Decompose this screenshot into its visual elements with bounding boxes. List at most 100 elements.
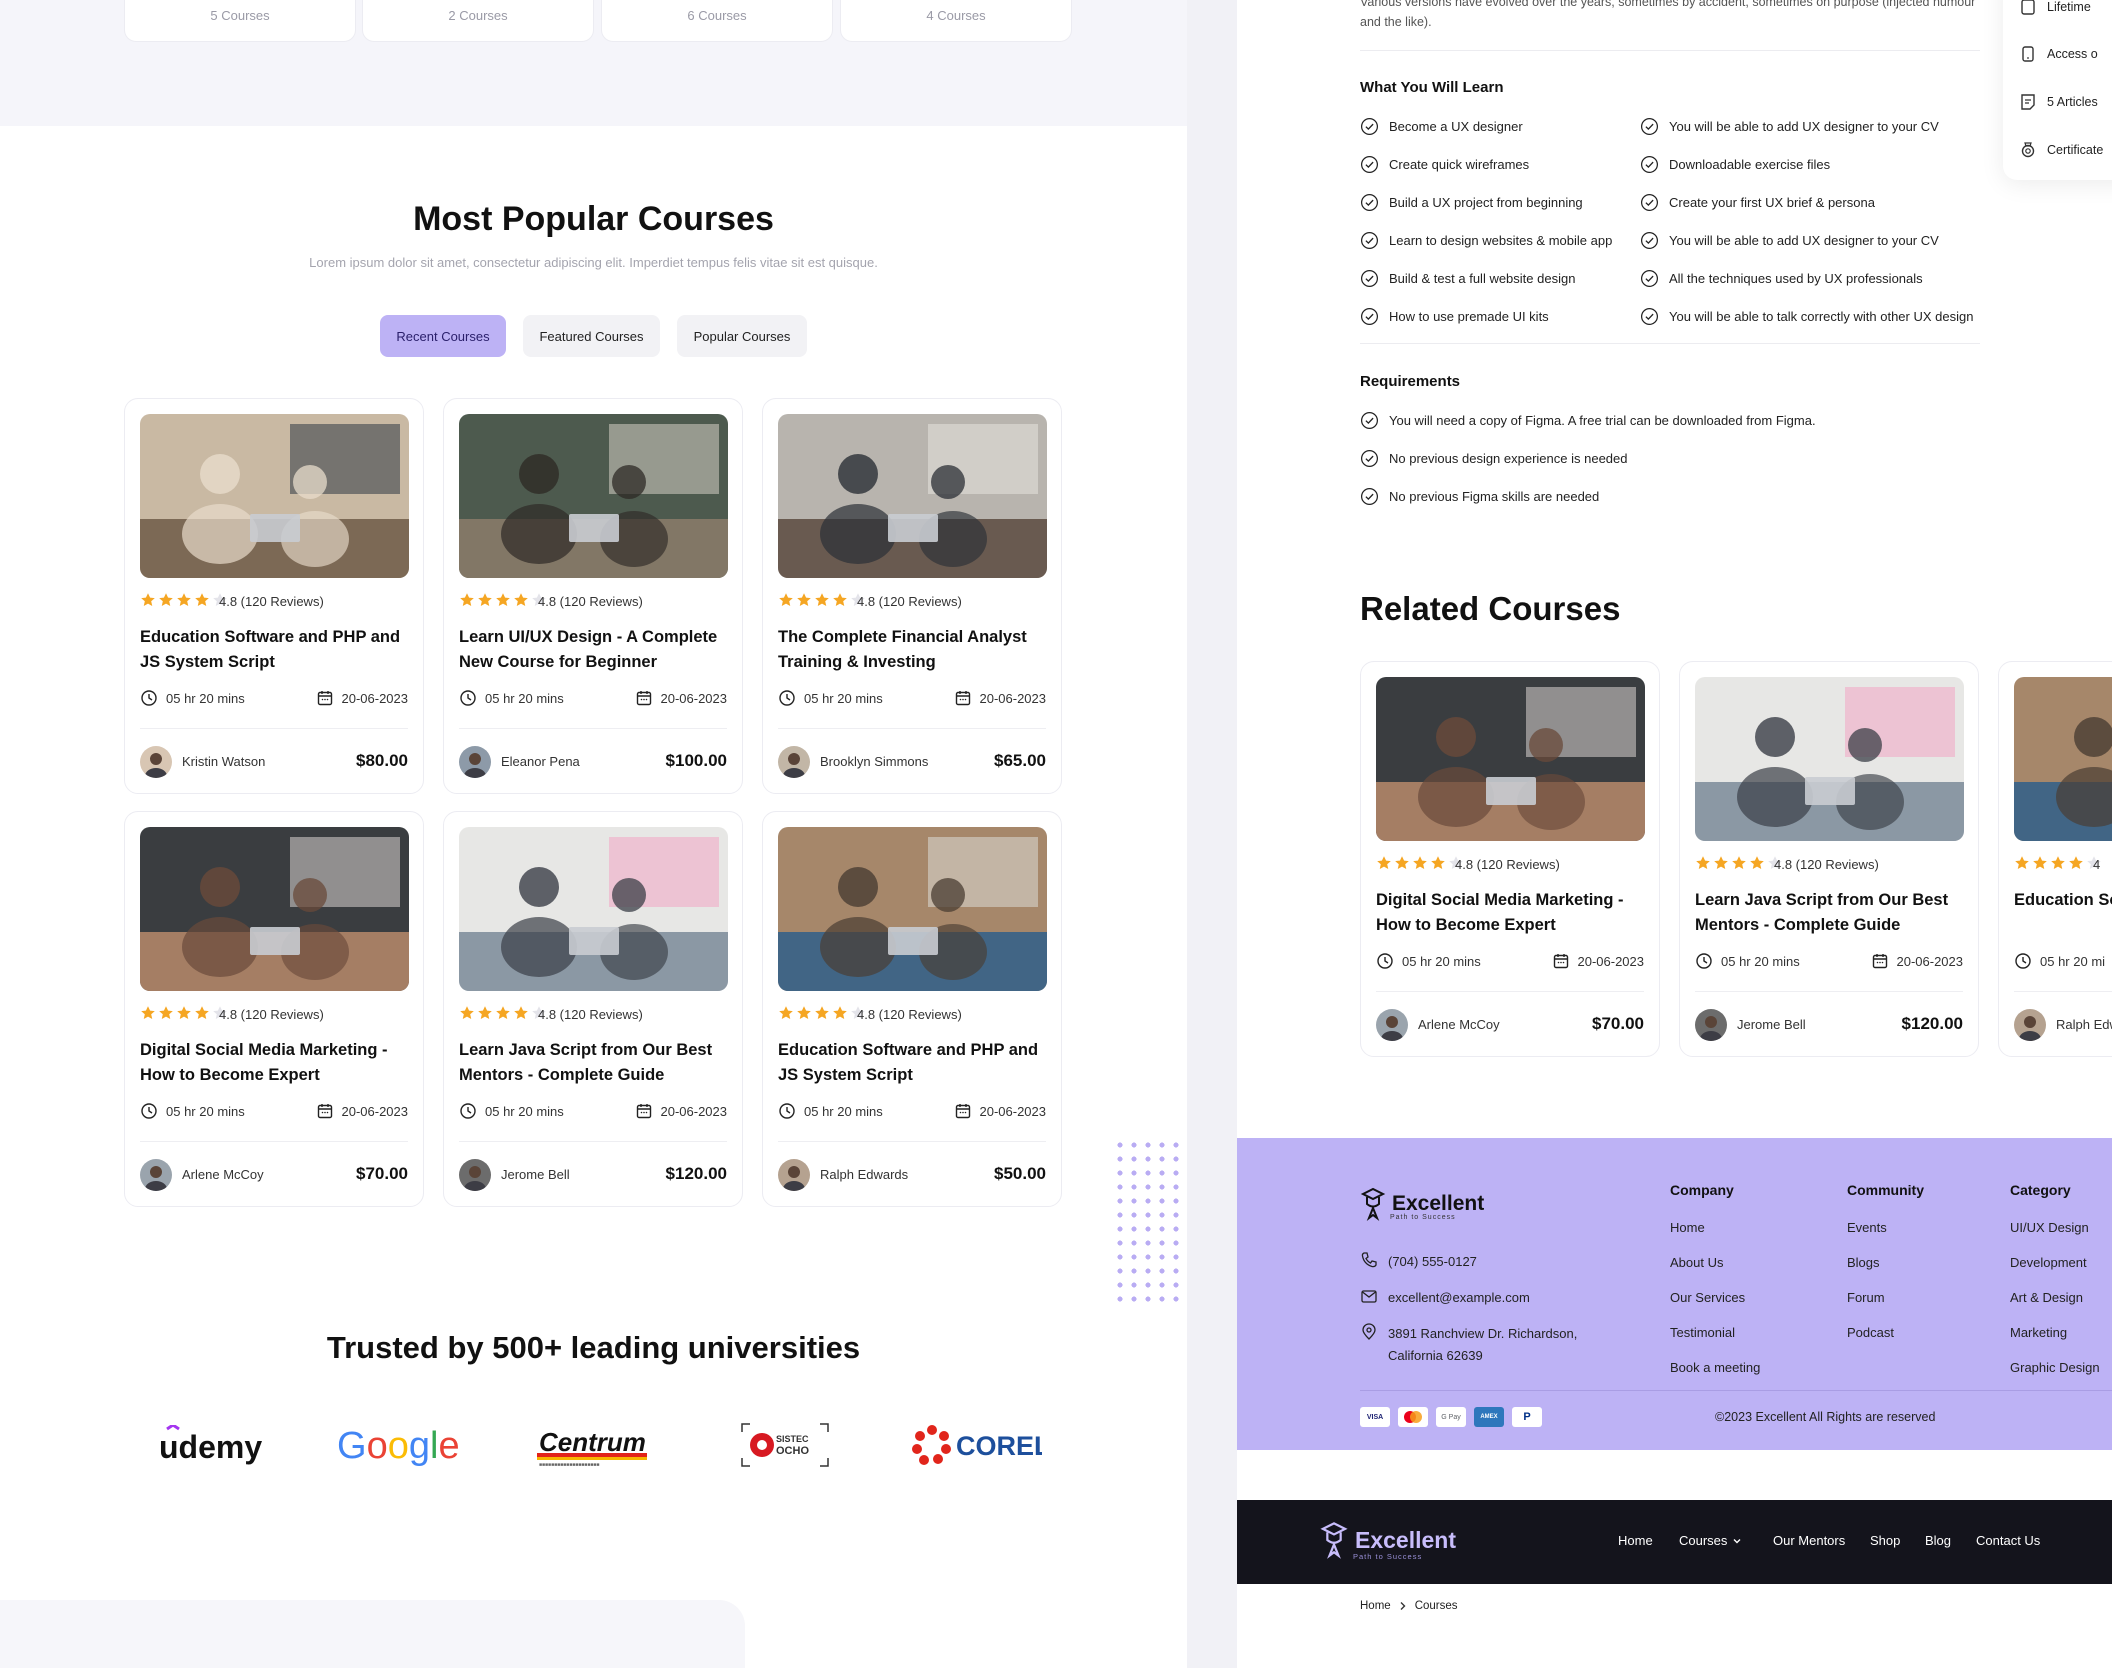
- nav-blog[interactable]: Blog: [1925, 1533, 1951, 1548]
- course-thumbnail[interactable]: [459, 827, 728, 991]
- footer-link[interactable]: Podcast: [1847, 1325, 1894, 1340]
- course-title[interactable]: Learn Java Script from Our Best Mentors …: [1695, 888, 1967, 938]
- footer-link[interactable]: Development: [2010, 1255, 2087, 1270]
- footer-link[interactable]: Book a meeting: [1670, 1360, 1760, 1375]
- author-name[interactable]: Ralph Edw: [2056, 1017, 2112, 1032]
- course-thumbnail[interactable]: [778, 827, 1047, 991]
- certificate-icon: [2021, 142, 2035, 158]
- course-title[interactable]: Digital Social Media Marketing - How to …: [1376, 888, 1648, 938]
- course-thumbnail[interactable]: [1376, 677, 1645, 841]
- author-name[interactable]: Jerome Bell: [501, 1167, 570, 1182]
- tab-recent-courses[interactable]: Recent Courses: [380, 315, 506, 357]
- course-card[interactable]: 4.8 (120 Reviews) Learn UI/UX Design - A …: [443, 398, 743, 794]
- clock-icon: [779, 1103, 795, 1119]
- footer-link[interactable]: Events: [1847, 1220, 1887, 1235]
- nav-brand[interactable]: Excellent Path to Success: [1319, 1520, 1456, 1561]
- course-card[interactable]: 4.8 (120 Reviews) Learn Java Script from …: [443, 811, 743, 1207]
- course-title[interactable]: The Complete Financial Analyst Training …: [778, 625, 1050, 675]
- nav-courses[interactable]: Courses: [1679, 1533, 1742, 1548]
- footer-link[interactable]: Marketing: [2010, 1325, 2067, 1340]
- avatar: [459, 746, 491, 778]
- star-icon: [1714, 856, 1728, 869]
- check-list-item: No previous design experience is needed: [1360, 449, 1628, 468]
- breadcrumb-home[interactable]: Home: [1360, 1600, 1391, 1612]
- course-title[interactable]: Learn UI/UX Design - A Complete New Cour…: [459, 625, 731, 675]
- course-card[interactable]: 4.8 (120 Reviews) Learn Java Script from …: [1679, 661, 1979, 1057]
- course-card[interactable]: 4.8 (120 Reviews) The Complete Financial …: [762, 398, 1062, 794]
- course-thumbnail[interactable]: [778, 414, 1047, 578]
- course-thumbnail[interactable]: [459, 414, 728, 578]
- author-name[interactable]: Brooklyn Simmons: [820, 754, 928, 769]
- rating-text: 4.8 (120 Reviews): [538, 594, 643, 609]
- star-rating: [459, 1005, 547, 1021]
- category-card[interactable]: 5 Courses: [124, 0, 356, 42]
- footer-brand[interactable]: Excellent Path to Success: [1360, 1186, 1484, 1222]
- course-title[interactable]: Education Software and PHP and JS System…: [140, 625, 412, 675]
- tab-popular-courses[interactable]: Popular Courses: [677, 315, 807, 357]
- footer-link[interactable]: Blogs: [1847, 1255, 1880, 1270]
- author-name[interactable]: Kristin Watson: [182, 754, 265, 769]
- author-name[interactable]: Arlene McCoy: [182, 1167, 264, 1182]
- course-duration: 05 hr 20 mins: [1376, 952, 1481, 970]
- course-thumbnail[interactable]: [2014, 677, 2112, 841]
- centrum-wordmark: Centrum: [539, 1427, 646, 1457]
- course-thumbnail[interactable]: [1695, 677, 1964, 841]
- course-title[interactable]: Education Software and PHP and JS System…: [778, 1038, 1050, 1088]
- category-card[interactable]: 2 Courses: [362, 0, 594, 42]
- footer-link[interactable]: Graphic Design: [2010, 1360, 2100, 1375]
- author-name[interactable]: Jerome Bell: [1737, 1017, 1806, 1032]
- course-card[interactable]: 4.8 (120 Reviews) Digital Social Media Ma…: [1360, 661, 1660, 1057]
- address-line: 3891 Ranchview Dr. Richardson,: [1388, 1326, 1578, 1341]
- rating-text: 4.8 (120 Reviews): [1774, 857, 1879, 872]
- course-card[interactable]: 4 Education So System Scrip 05 hr 20 mi Ral…: [1998, 661, 2112, 1057]
- centrum-logo: Centrum ■■■■■■■■■■■■■■■■■■■■: [535, 1420, 650, 1470]
- nav-shop[interactable]: Shop: [1870, 1533, 1900, 1548]
- star-icon: [496, 1006, 510, 1019]
- nav-contact-us[interactable]: Contact Us: [1976, 1533, 2040, 1548]
- section-title: Most Popular Courses: [413, 200, 774, 238]
- trusted-title: Trusted by 500+ leading universities: [326, 1330, 861, 1365]
- star-rating: [2014, 855, 2102, 871]
- author-name[interactable]: Arlene McCoy: [1418, 1017, 1500, 1032]
- course-card[interactable]: 4.8 (120 Reviews) Education Software and …: [762, 811, 1062, 1207]
- author-name[interactable]: Ralph Edwards: [820, 1167, 908, 1182]
- footer-link[interactable]: Forum: [1847, 1290, 1885, 1305]
- star-icon: [1750, 856, 1764, 869]
- course-thumbnail[interactable]: [140, 414, 409, 578]
- copyright: ©2023 Excellent All Rights are reserved: [1715, 1410, 1936, 1424]
- course-title[interactable]: Education So System Scrip: [2014, 888, 2112, 913]
- category-card[interactable]: 6 Courses: [601, 0, 833, 42]
- course-price: $120.00: [665, 1164, 727, 1183]
- avatar: [1695, 1009, 1727, 1041]
- star-icon: [478, 1006, 492, 1019]
- course-thumbnail[interactable]: [140, 827, 409, 991]
- check-circle-icon: [1360, 269, 1379, 288]
- footer-email[interactable]: excellent@example.com: [1360, 1287, 1530, 1309]
- footer-link[interactable]: Our Services: [1670, 1290, 1745, 1305]
- nav-home[interactable]: Home: [1618, 1533, 1653, 1548]
- footer-link[interactable]: Art & Design: [2010, 1290, 2083, 1305]
- tab-featured-courses[interactable]: Featured Courses: [523, 315, 660, 357]
- check-circle-icon: [1360, 487, 1379, 506]
- footer-link[interactable]: Testimonial: [1670, 1325, 1735, 1340]
- footer-column-title: Community: [1847, 1182, 1924, 1198]
- footer-phone[interactable]: (704) 555-0127: [1360, 1251, 1477, 1273]
- course-title[interactable]: Digital Social Media Marketing - How to …: [140, 1038, 412, 1088]
- author-name[interactable]: Eleanor Pena: [501, 754, 580, 769]
- duration-text: 05 hr 20 mins: [166, 1103, 245, 1119]
- nav-our-mentors[interactable]: Our Mentors: [1773, 1533, 1845, 1548]
- course-title[interactable]: Learn Java Script from Our Best Mentors …: [459, 1038, 731, 1088]
- footer-link[interactable]: UI/UX Design: [2010, 1220, 2089, 1235]
- course-card[interactable]: 4.8 (120 Reviews) Digital Social Media Ma…: [124, 811, 424, 1207]
- footer-link[interactable]: About Us: [1670, 1255, 1723, 1270]
- course-price: $65.00: [994, 751, 1046, 770]
- course-duration: 05 hr 20 mins: [778, 689, 883, 707]
- category-card[interactable]: 4 Courses: [840, 0, 1072, 42]
- calendar-icon: [317, 691, 332, 706]
- brand-tagline: Path to Success: [1390, 1214, 1456, 1221]
- footer-link[interactable]: Home: [1670, 1220, 1705, 1235]
- star-icon: [460, 593, 474, 606]
- course-card[interactable]: 4.8 (120 Reviews) Education Software and …: [124, 398, 424, 794]
- calendar-icon: [636, 691, 651, 706]
- star-icon: [2069, 856, 2083, 869]
